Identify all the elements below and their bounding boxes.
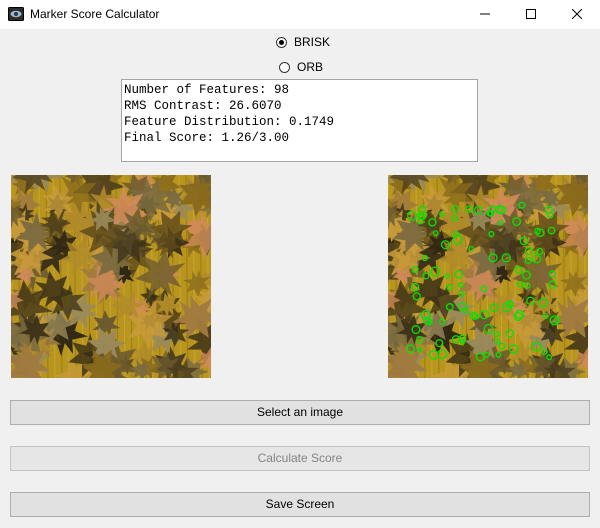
original-image: [11, 175, 211, 378]
select-image-button[interactable]: Select an image: [10, 400, 590, 425]
final-score-line: Final Score: 1.26/3.00: [124, 131, 290, 145]
radio-option-brisk[interactable]: BRISK: [276, 34, 330, 50]
keypoints-image: [388, 175, 588, 378]
minimize-icon: [480, 13, 490, 15]
rms-contrast-line: RMS Contrast: 26.6070: [124, 99, 282, 113]
close-button[interactable]: [554, 0, 600, 29]
radio-button-brisk[interactable]: [276, 36, 287, 48]
feature-distribution-line: Feature Distribution: 0.1749: [124, 115, 335, 129]
radio-button-orb[interactable]: [279, 61, 290, 73]
title-bar: Marker Score Calculator: [0, 0, 600, 29]
app-icon: [8, 7, 24, 21]
save-screen-button[interactable]: Save Screen: [10, 492, 590, 517]
radio-option-orb[interactable]: ORB: [279, 59, 323, 75]
minimize-button[interactable]: [462, 0, 508, 29]
radio-label-orb: ORB: [297, 60, 324, 74]
feature-count-line: Number of Features: 98: [124, 83, 290, 97]
radio-label-brisk: BRISK: [294, 35, 331, 49]
close-icon: [572, 9, 582, 19]
maximize-icon: [526, 9, 536, 19]
calculate-score-button[interactable]: Calculate Score: [10, 446, 590, 471]
window-title: Marker Score Calculator: [30, 7, 160, 21]
maximize-button[interactable]: [508, 0, 554, 29]
results-text-box[interactable]: Number of Features: 98 RMS Contrast: 26.…: [121, 79, 478, 162]
